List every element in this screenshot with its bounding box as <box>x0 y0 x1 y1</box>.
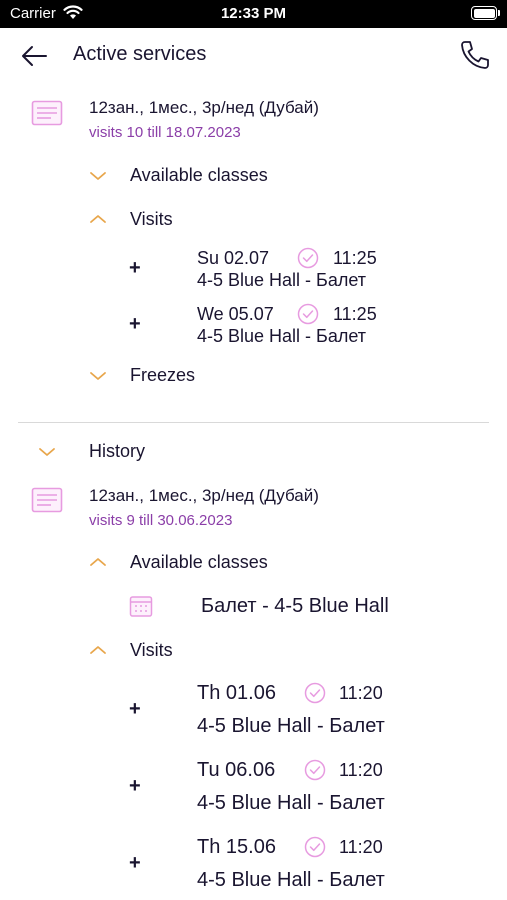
history-available-classes-toggle[interactable]: Available classes <box>89 550 389 576</box>
history-visits-toggle[interactable]: Visits <box>89 638 389 664</box>
expand-plus-icon: + <box>129 775 141 797</box>
calendar-icon <box>129 596 153 617</box>
arrow-left-icon <box>22 46 47 66</box>
active-available-classes-toggle[interactable]: Available classes <box>89 163 389 189</box>
chevron-up-icon <box>90 646 106 654</box>
check-circle-icon <box>304 836 326 858</box>
battery-icon <box>471 6 497 20</box>
history-label: History <box>89 441 146 461</box>
section-label: Visits <box>130 209 173 229</box>
page-title: Active services <box>73 43 207 65</box>
visit-item[interactable]: + Su 02.07 11:25 4-5 Blue Hall - Балет <box>120 244 420 294</box>
visit-place: 4-5 Blue Hall - Балет <box>197 869 385 891</box>
section-label: Visits <box>130 640 173 660</box>
visit-item[interactable]: + Th 01.06 11:20 4-5 Blue Hall - Балет <box>120 678 440 744</box>
chevron-up-icon <box>90 558 106 566</box>
visit-item[interactable]: + Th 15.06 11:20 4-5 Blue Hall - Балет <box>120 832 440 898</box>
visit-date: Su 02.07 <box>197 248 270 268</box>
visit-place: 4-5 Blue Hall - Балет <box>197 270 367 290</box>
phone-icon <box>461 41 489 69</box>
expand-plus-icon: + <box>129 257 141 279</box>
visit-time: 11:20 <box>339 683 383 703</box>
chevron-up-icon <box>90 215 106 223</box>
expand-plus-icon: + <box>129 313 141 335</box>
visit-item[interactable]: + Tu 06.06 11:20 4-5 Blue Hall - Балет <box>120 755 440 821</box>
expand-plus-icon: + <box>129 852 141 874</box>
check-circle-icon <box>304 682 326 704</box>
battery-tip <box>498 10 500 16</box>
class-item[interactable]: Балет - 4-5 Blue Hall <box>129 590 429 622</box>
visit-place: 4-5 Blue Hall - Балет <box>197 715 385 737</box>
history-toggle[interactable]: History <box>38 439 338 465</box>
status-bar: Carrier 12:33 PM <box>0 0 507 28</box>
section-label: Available classes <box>130 165 268 185</box>
history-service-name: 12зан., 1мес., 3р/нед (Дубай) <box>89 486 319 505</box>
visit-date: Tu 06.06 <box>197 759 276 781</box>
visit-date: Th 15.06 <box>197 836 276 858</box>
chevron-down-icon <box>39 448 55 456</box>
clock-label: 12:33 PM <box>220 5 287 22</box>
visit-time: 11:20 <box>339 760 383 780</box>
call-button[interactable] <box>456 38 492 72</box>
freezes-toggle[interactable]: Freezes <box>89 363 389 389</box>
document-icon <box>31 100 63 126</box>
chevron-down-icon <box>90 372 106 380</box>
active-service-name: 12зан., 1мес., 3р/нед (Дубай) <box>89 98 319 117</box>
visit-place: 4-5 Blue Hall - Балет <box>197 326 367 346</box>
visit-time: 11:25 <box>333 304 377 324</box>
active-visits-toggle[interactable]: Visits <box>89 207 389 233</box>
back-button[interactable] <box>18 42 50 70</box>
check-circle-icon <box>297 247 319 269</box>
active-service-subtitle: visits 10 till 18.07.2023 <box>89 124 241 141</box>
expand-plus-icon: + <box>129 698 141 720</box>
section-label: Freezes <box>130 365 196 385</box>
check-circle-icon <box>304 759 326 781</box>
visit-time: 11:20 <box>339 837 383 857</box>
visit-date: Th 01.06 <box>197 682 276 704</box>
class-name: Балет - 4-5 Blue Hall <box>201 595 389 617</box>
chevron-down-icon <box>90 172 106 180</box>
history-service-subtitle: visits 9 till 30.06.2023 <box>89 512 233 529</box>
visit-time: 11:25 <box>333 248 377 268</box>
document-icon <box>31 487 63 513</box>
section-label: Available classes <box>130 552 268 572</box>
divider <box>18 422 489 423</box>
check-circle-icon <box>297 303 319 325</box>
visit-date: We 05.07 <box>197 304 274 324</box>
visit-place: 4-5 Blue Hall - Балет <box>197 792 385 814</box>
visit-item[interactable]: + We 05.07 11:25 4-5 Blue Hall - Балет <box>120 300 420 350</box>
